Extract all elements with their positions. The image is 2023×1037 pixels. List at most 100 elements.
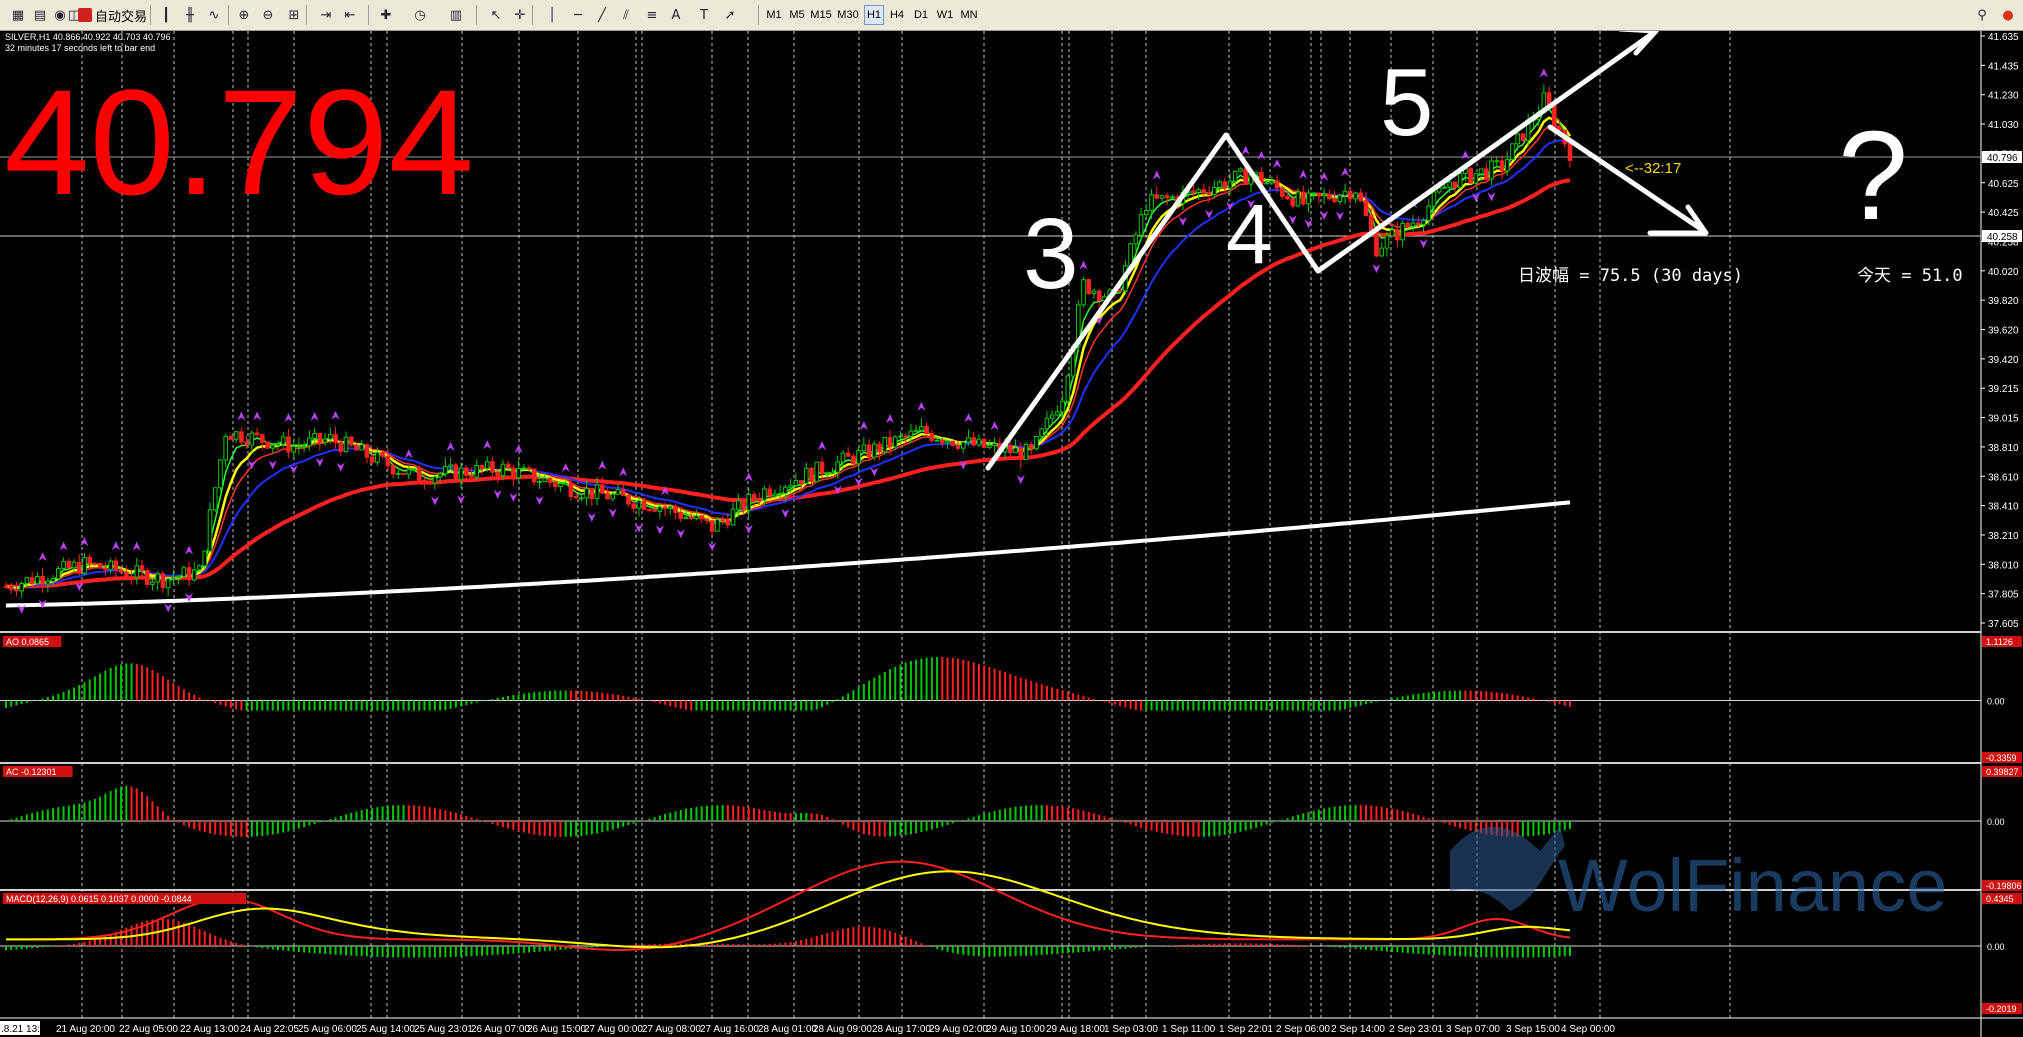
time-tick-label: 28 Aug 09:00 <box>813 1024 872 1035</box>
price-axis: 41.635 41.435 41.230 41.030 40.796 40.625 40.4… <box>1981 32 2022 630</box>
candle-body <box>1013 447 1018 454</box>
candle-body <box>1264 182 1269 185</box>
text-label-icon[interactable]: T <box>692 4 716 26</box>
periods-icon[interactable]: ◷ <box>408 4 432 26</box>
price-tick-label: 39.820 <box>1988 296 2019 307</box>
candle-body <box>1395 229 1400 241</box>
candle-body <box>385 455 391 467</box>
candle-body <box>1374 230 1379 257</box>
candle-body <box>709 520 715 532</box>
timeframe-w1-button[interactable]: W1 <box>934 5 956 25</box>
candle-body <box>1405 222 1411 227</box>
templates-icon[interactable]: ▥ <box>444 4 468 26</box>
timeframe-m1-button[interactable]: M1 <box>763 5 785 25</box>
crosshair-icon[interactable]: ✛ <box>508 4 532 26</box>
bar-chart-icon[interactable]: ┃ <box>154 4 178 26</box>
zoom-out-icon[interactable]: ⊖ <box>256 4 280 26</box>
candle-body <box>945 440 950 444</box>
timeframe-h4-button[interactable]: H4 <box>886 5 908 25</box>
candle-body <box>1520 133 1526 141</box>
candle-body <box>448 464 453 467</box>
tile-windows-icon[interactable]: ⊞ <box>282 4 306 26</box>
timeframe-m30-button[interactable]: M30 <box>835 5 861 25</box>
fractal-up-marker <box>859 421 868 431</box>
candle-body <box>720 519 725 522</box>
vertical-line-icon[interactable]: │ <box>540 4 564 26</box>
candle-body <box>913 429 919 432</box>
toolbar-separator <box>306 5 307 25</box>
candle-body <box>521 467 527 470</box>
fibonacci-icon[interactable]: ≡ <box>640 4 664 26</box>
fractal-up-marker <box>744 472 753 482</box>
line-chart-icon[interactable]: ∿ <box>202 4 226 26</box>
toolbar-separator <box>150 5 151 25</box>
candle-body <box>35 575 40 585</box>
candle-body <box>626 494 631 505</box>
time-tick-label: 3 Sep 07:00 <box>1446 1024 1500 1035</box>
candle-body <box>537 481 542 484</box>
time-tick-label: 3 Sep 15:00 <box>1506 1024 1560 1035</box>
candle-body <box>877 443 882 453</box>
candle-body <box>526 467 532 470</box>
indicators-icon[interactable]: ✚ <box>374 4 398 26</box>
candle-body <box>1065 375 1071 402</box>
timeframe-m5-button[interactable]: M5 <box>786 5 808 25</box>
time-tick-label: 26 Aug 15:00 <box>527 1024 586 1035</box>
candle-body <box>29 577 35 585</box>
candle-body <box>1426 205 1432 221</box>
time-tick-label: 28 Aug 17:00 <box>872 1024 931 1035</box>
fractal-down-marker <box>509 492 518 502</box>
candle-body <box>265 441 270 449</box>
fractal-up-marker <box>446 441 455 451</box>
candle-body <box>584 488 589 499</box>
candle-body <box>1489 160 1494 180</box>
fractal-down-marker <box>336 462 345 472</box>
fractal-down-marker <box>289 464 298 474</box>
candle-body <box>1321 193 1327 197</box>
candle-body <box>301 445 307 448</box>
autoscroll-icon[interactable]: ⇥ <box>314 4 338 26</box>
candle-body <box>40 575 45 585</box>
candle-body <box>244 441 249 446</box>
candle-body <box>307 437 312 447</box>
hline-price-label: 40.258 <box>1987 232 2018 243</box>
new-chart-icon[interactable]: ▦ <box>6 4 30 26</box>
question-mark: ? <box>1838 105 1908 246</box>
fractal-up-marker <box>1257 150 1266 160</box>
candle-body <box>1238 168 1243 172</box>
candle-body <box>160 573 166 589</box>
candle-body <box>673 506 678 514</box>
candle-body <box>1416 222 1421 225</box>
price-chart[interactable]: SILVER,H1 40.866 40.922 40.703 40.796 32… <box>0 31 2023 1037</box>
time-tick-label: 2 Sep 23:01 <box>1389 1024 1443 1035</box>
timeframe-m15-button[interactable]: M15 <box>808 5 834 25</box>
candle-body <box>1170 196 1175 199</box>
chart-shift-icon[interactable]: ⇤ <box>338 4 362 26</box>
text-icon[interactable]: A <box>664 4 688 26</box>
candle-body <box>767 488 772 497</box>
timeframe-h1-button[interactable]: H1 <box>864 5 884 25</box>
auto-trading-button[interactable]: 自动交易 <box>78 5 147 25</box>
candle-body <box>532 468 537 483</box>
timeframe-d1-button[interactable]: D1 <box>910 5 932 25</box>
horizontal-line-icon[interactable]: ─ <box>566 4 590 26</box>
timeframe-mn-button[interactable]: MN <box>958 5 980 25</box>
trendline-icon[interactable]: ╱ <box>590 4 614 26</box>
candlestick-icon[interactable]: ╫ <box>178 4 202 26</box>
alert-icon[interactable]: ● <box>1996 4 2020 26</box>
signal-line <box>6 870 1571 949</box>
zoom-in-icon[interactable]: ⊕ <box>232 4 256 26</box>
channel-icon[interactable]: ⫽ <box>614 4 638 26</box>
arrows-icon[interactable]: ➚ <box>718 4 742 26</box>
candle-body <box>814 461 820 482</box>
time-tick-label: 1 Sep 11:00 <box>1162 1024 1216 1035</box>
fractal-up-marker <box>1539 68 1548 78</box>
fractal-down-marker <box>1178 216 1187 226</box>
search-icon[interactable]: ⚲ <box>1970 4 1994 26</box>
current-price-label: 40.796 <box>1987 153 2018 164</box>
candle-body <box>600 484 605 494</box>
candle-body <box>976 438 982 446</box>
candle-body <box>1117 290 1123 293</box>
candle-body <box>66 561 72 569</box>
cursor-icon[interactable]: ↖ <box>484 4 508 26</box>
